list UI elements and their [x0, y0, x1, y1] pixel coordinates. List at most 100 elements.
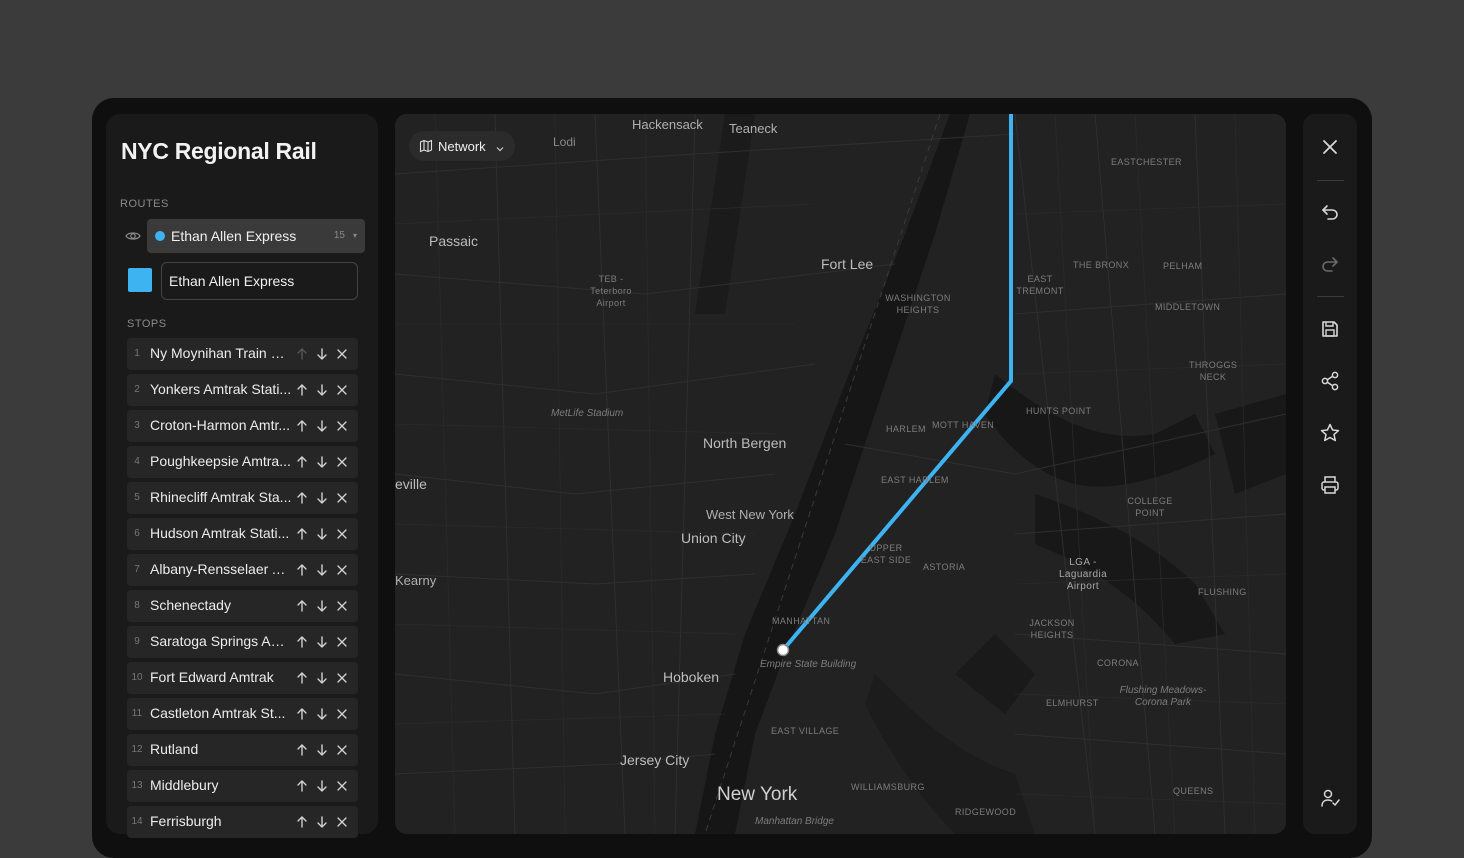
network-layer-button[interactable]: Network: [409, 131, 515, 161]
remove-stop-icon[interactable]: [334, 454, 350, 470]
map-label-hoboken: Hoboken: [663, 669, 720, 685]
remove-stop-icon[interactable]: [334, 418, 350, 434]
stop-row[interactable]: 12 Rutland: [127, 734, 358, 766]
map-label-east-tremont: EAST TREMONT: [1016, 274, 1064, 296]
stop-row[interactable]: 5 Rhinecliff Amtrak Sta...: [127, 482, 358, 514]
route-item-selected[interactable]: Ethan Allen Express 15 ▾: [147, 219, 365, 253]
arrow-down-icon[interactable]: [314, 598, 330, 614]
remove-stop-icon[interactable]: [334, 598, 350, 614]
remove-stop-icon[interactable]: [334, 742, 350, 758]
map-view[interactable]: Hackensack Teaneck Lodi Passaic TEB - Tet…: [395, 114, 1286, 834]
map-label-flushing: FLUSHING: [1198, 587, 1247, 597]
arrow-down-icon[interactable]: [314, 742, 330, 758]
stop-name: Middlebury: [150, 777, 219, 793]
remove-stop-icon[interactable]: [334, 706, 350, 722]
stop-row[interactable]: 14 Ferrisburgh: [127, 806, 358, 838]
stop-row[interactable]: 1 Ny Moynihan Train H...: [127, 338, 358, 370]
route-name-input[interactable]: [161, 262, 358, 300]
map-label-queens: QUEENS: [1173, 786, 1214, 796]
stop-name: Ny Moynihan Train H...: [150, 345, 292, 361]
remove-stop-icon[interactable]: [334, 814, 350, 830]
arrow-up-icon[interactable]: [294, 454, 310, 470]
stop-number: 14: [131, 816, 143, 827]
route-color-dot: [155, 231, 165, 241]
remove-stop-icon[interactable]: [334, 382, 350, 398]
star-icon[interactable]: [1319, 422, 1341, 444]
arrow-down-icon[interactable]: [314, 490, 330, 506]
arrow-up-icon[interactable]: [294, 382, 310, 398]
stops-section-label: STOPS: [127, 318, 167, 330]
map-label-teterboro: TEB - Teterboro Airport: [590, 274, 632, 308]
arrow-down-icon[interactable]: [314, 382, 330, 398]
map-label-pelham: PELHAM: [1163, 261, 1203, 271]
save-icon[interactable]: [1319, 318, 1341, 340]
stop-row[interactable]: 2 Yonkers Amtrak Stati...: [127, 374, 358, 406]
arrow-up-icon[interactable]: [294, 346, 310, 362]
eye-icon[interactable]: [124, 227, 142, 245]
stop-number: 3: [134, 420, 140, 431]
arrow-down-icon[interactable]: [314, 706, 330, 722]
arrow-up-icon[interactable]: [294, 526, 310, 542]
stop-number: 1: [134, 348, 140, 359]
user-check-icon[interactable]: [1319, 787, 1341, 809]
arrow-up-icon[interactable]: [294, 814, 310, 830]
remove-stop-icon[interactable]: [334, 778, 350, 794]
stop-row[interactable]: 3 Croton-Harmon Amtr...: [127, 410, 358, 442]
arrow-up-icon[interactable]: [294, 562, 310, 578]
network-label: Network: [438, 139, 486, 154]
arrow-up-icon[interactable]: [294, 598, 310, 614]
arrow-down-icon[interactable]: [314, 346, 330, 362]
arrow-down-icon[interactable]: [314, 454, 330, 470]
arrow-down-icon[interactable]: [314, 562, 330, 578]
caret-down-icon[interactable]: ▾: [353, 231, 357, 240]
stop-number: 6: [134, 528, 140, 539]
map-label-kearny: Kearny: [395, 573, 437, 588]
print-icon[interactable]: [1319, 474, 1341, 496]
stop-number: 2: [134, 384, 140, 395]
map-label-passaic: Passaic: [429, 233, 479, 249]
arrow-up-icon[interactable]: [294, 418, 310, 434]
routes-section-label: ROUTES: [120, 198, 169, 210]
remove-stop-icon[interactable]: [334, 562, 350, 578]
arrow-up-icon[interactable]: [294, 706, 310, 722]
stop-number: 4: [134, 456, 140, 467]
arrow-down-icon[interactable]: [314, 418, 330, 434]
arrow-up-icon[interactable]: [294, 778, 310, 794]
stop-row[interactable]: 8 Schenectady: [127, 590, 358, 622]
undo-icon[interactable]: [1319, 201, 1341, 223]
arrow-down-icon[interactable]: [314, 670, 330, 686]
stop-row[interactable]: 4 Poughkeepsie Amtra...: [127, 446, 358, 478]
map-icon: [419, 139, 433, 158]
remove-stop-icon[interactable]: [334, 526, 350, 542]
remove-stop-icon[interactable]: [334, 634, 350, 650]
remove-stop-icon[interactable]: [334, 346, 350, 362]
stop-name: Yonkers Amtrak Stati...: [150, 381, 292, 397]
stop-row[interactable]: 7 Albany-Rensselaer A...: [127, 554, 358, 586]
arrow-down-icon[interactable]: [314, 526, 330, 542]
toolbar-divider: [1317, 180, 1344, 181]
arrow-up-icon[interactable]: [294, 634, 310, 650]
stop-row[interactable]: 13 Middlebury: [127, 770, 358, 802]
route-color-swatch[interactable]: [128, 268, 152, 292]
arrow-down-icon[interactable]: [314, 814, 330, 830]
redo-icon[interactable]: [1319, 253, 1341, 275]
close-icon[interactable]: [1319, 136, 1341, 158]
stop-number: 9: [134, 636, 140, 647]
remove-stop-icon[interactable]: [334, 490, 350, 506]
stop-row[interactable]: 11 Castleton Amtrak St...: [127, 698, 358, 730]
remove-stop-icon[interactable]: [334, 670, 350, 686]
stop-row[interactable]: 10 Fort Edward Amtrak: [127, 662, 358, 694]
arrow-up-icon[interactable]: [294, 490, 310, 506]
arrow-down-icon[interactable]: [314, 778, 330, 794]
map-label-corona: CORONA: [1097, 658, 1139, 668]
arrow-down-icon[interactable]: [314, 634, 330, 650]
arrow-up-icon[interactable]: [294, 742, 310, 758]
stop-name: Croton-Harmon Amtr...: [150, 417, 291, 433]
stop-row[interactable]: 9 Saratoga Springs Am...: [127, 626, 358, 658]
arrow-up-icon[interactable]: [294, 670, 310, 686]
map-label-upper-east-side: UPPER EAST SIDE: [860, 543, 912, 565]
map-label-new-york: New York: [717, 784, 798, 805]
stop-row[interactable]: 6 Hudson Amtrak Stati...: [127, 518, 358, 550]
share-icon[interactable]: [1319, 370, 1341, 392]
map-label-fort-lee: Fort Lee: [821, 256, 874, 272]
